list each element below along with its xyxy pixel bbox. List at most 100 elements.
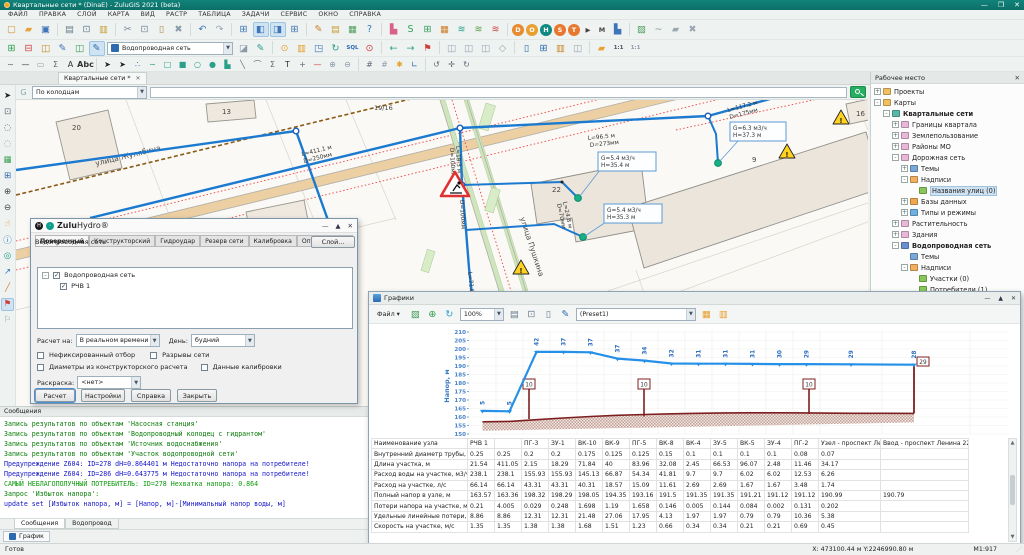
rotate-ccw-icon[interactable]: ↺ [430, 58, 444, 70]
preset-save-icon[interactable]: ▦ [698, 307, 714, 322]
checkbox-checked-icon[interactable]: ✓ [60, 283, 67, 290]
grid-view-icon[interactable]: ⊞ [1, 170, 14, 183]
snap-edge-icon[interactable]: ⊖ [341, 58, 355, 70]
db-settings-icon[interactable]: ▥ [553, 41, 569, 56]
line-sample-icon[interactable]: — [19, 58, 33, 70]
tree-item[interactable]: +Темы [871, 163, 1024, 174]
resize-grip[interactable]: ⋰ [1016, 546, 1022, 553]
tab-vodoprovod[interactable]: Водопровод [65, 519, 119, 529]
draw-rect-fill-icon[interactable]: ■ [176, 58, 190, 70]
menu-file[interactable]: ФАЙЛ [8, 11, 28, 18]
erase-icon[interactable]: ◪ [236, 41, 252, 56]
menu-window[interactable]: ОКНО [318, 11, 338, 18]
taskbar-item-graph[interactable]: График [3, 531, 50, 542]
page-setup-icon[interactable]: ▯ [540, 307, 556, 322]
print-icon[interactable]: ▤ [62, 22, 78, 37]
tree-item[interactable]: +Районы МО [871, 141, 1024, 152]
delete-icon[interactable]: ✖ [171, 22, 187, 37]
tree-item[interactable]: +Типы и режимы [871, 207, 1024, 218]
tree-item[interactable]: +Землепользование [871, 130, 1024, 141]
tree-item[interactable]: Названия улиц (0) [871, 185, 1024, 196]
preset-manage-icon[interactable]: ▥ [715, 307, 731, 322]
sql-icon[interactable]: SQL [345, 41, 361, 56]
calc-mode-combo[interactable]: В реальном времени▼ [76, 334, 160, 347]
help-icon[interactable]: ? [362, 22, 378, 37]
chevron-down-icon[interactable]: ▼ [131, 377, 140, 388]
redo-icon[interactable]: ↷ [212, 22, 228, 37]
draw-circle-fill-icon[interactable]: ● [206, 58, 220, 70]
export-icon[interactable]: ▥ [96, 22, 112, 37]
symbol-style-icon[interactable]: Σ [49, 58, 63, 70]
print-icon[interactable]: ▤ [506, 307, 522, 322]
expand-icon[interactable]: + [901, 198, 908, 205]
refresh-icon[interactable]: ↻ [441, 307, 457, 322]
draw-text-icon[interactable]: T [281, 58, 295, 70]
pan-hand-icon[interactable]: ☝ [1, 218, 14, 231]
clear-selection-icon[interactable]: ✖ [685, 22, 701, 37]
flow-teal-icon[interactable]: ≋ [454, 22, 470, 37]
tree-item[interactable]: -Надписи [871, 262, 1024, 273]
circle-s-icon[interactable]: S [554, 24, 566, 36]
paste-icon[interactable]: ▯ [154, 22, 170, 37]
minimize-button[interactable]: — [984, 295, 990, 302]
expand-icon[interactable]: + [892, 121, 899, 128]
navigate-icon[interactable]: ↗ [1, 266, 14, 279]
circle-t-icon[interactable]: T [568, 24, 580, 36]
layer-combo[interactable]: Водопроводная сеть ▼ [107, 42, 233, 55]
table-window-icon[interactable]: ⊞ [236, 22, 252, 37]
draw-rect-icon[interactable]: □ [161, 58, 175, 70]
tree-item[interactable]: +Границы квартала [871, 119, 1024, 130]
text-style-icon[interactable]: Abc [79, 58, 93, 70]
menu-table[interactable]: ТАБЛИЦА [198, 11, 231, 18]
expand-icon[interactable]: + [892, 231, 899, 238]
net-tool2-icon[interactable]: ◫ [461, 41, 477, 56]
menu-help[interactable]: СПРАВКА [349, 11, 381, 18]
circle-play-icon[interactable]: ▶ [582, 24, 594, 36]
nav-back-icon[interactable]: ← [386, 41, 402, 56]
maximize-button[interactable]: ▲ [998, 295, 1003, 302]
select-circle-icon[interactable]: ◌ [1, 122, 14, 135]
db-query-icon[interactable]: ▥ [294, 41, 310, 56]
move-icon[interactable]: ✛ [445, 58, 459, 70]
layer-draw-icon[interactable]: ✎ [89, 41, 105, 56]
net-tool3-icon[interactable]: ◫ [478, 41, 494, 56]
layer-table-icon[interactable]: ◫ [72, 41, 88, 56]
undo-icon[interactable]: ↶ [195, 22, 211, 37]
pointer-node-icon[interactable]: ➤ [116, 58, 130, 70]
tab-messages[interactable]: Сообщения [14, 519, 65, 529]
minimize-button[interactable]: — [322, 222, 329, 230]
collapse-icon[interactable]: - [883, 110, 890, 117]
open-folder-icon[interactable]: ▰ [21, 22, 37, 37]
hydro-tree-root[interactable]: Водопроводная сеть [64, 271, 135, 279]
pencil-dropdown-icon[interactable]: ✎ [253, 41, 269, 56]
line-style-icon[interactable]: ∼ [4, 58, 18, 70]
graph-window-titlebar[interactable]: Графики — ▲ ✕ [369, 292, 1020, 305]
grid-icon[interactable]: # [363, 58, 377, 70]
expand-icon[interactable]: + [901, 165, 908, 172]
info-icon[interactable]: ⓘ [1, 234, 14, 247]
tree-item[interactable]: +Базы данных [871, 196, 1024, 207]
graph-file-menu[interactable]: Файл ▾ [372, 307, 405, 321]
tab-map-document[interactable]: Квартальные сети * ✕ [58, 72, 147, 84]
collapse-icon[interactable]: - [901, 264, 908, 271]
tab-close-icon[interactable]: ✕ [136, 75, 141, 82]
graph-table-scrollbar[interactable]: ▲ ▼ [1008, 438, 1017, 542]
split-window-icon[interactable]: ◧ [253, 22, 269, 37]
draw-red-line-icon[interactable]: — [311, 58, 325, 70]
orange-network-icon[interactable]: ▦ [437, 22, 453, 37]
expand-icon[interactable]: + [892, 143, 899, 150]
pointer-icon[interactable]: ➤ [101, 58, 115, 70]
checkbox-icon[interactable] [37, 352, 44, 359]
menu-layer[interactable]: СЛОЙ [77, 11, 97, 18]
collapse-icon[interactable]: - [892, 154, 899, 161]
bookmark-icon[interactable]: ⚑ [420, 41, 436, 56]
history-chart-icon[interactable]: ▙ [610, 22, 626, 37]
chart-colored-icon[interactable]: ▙ [386, 22, 402, 37]
expand-icon[interactable]: + [901, 209, 908, 216]
new-file-icon[interactable]: ▢ [4, 22, 20, 37]
hydro-tree-child[interactable]: РЧВ 1 [71, 282, 90, 290]
graph-zoom-combo[interactable]: 100%▼ [460, 308, 504, 321]
layer-copy-icon[interactable]: ◫ [38, 41, 54, 56]
close-icon[interactable]: ✕ [1015, 74, 1020, 82]
grid-settings-icon[interactable]: ⊞ [536, 41, 552, 56]
